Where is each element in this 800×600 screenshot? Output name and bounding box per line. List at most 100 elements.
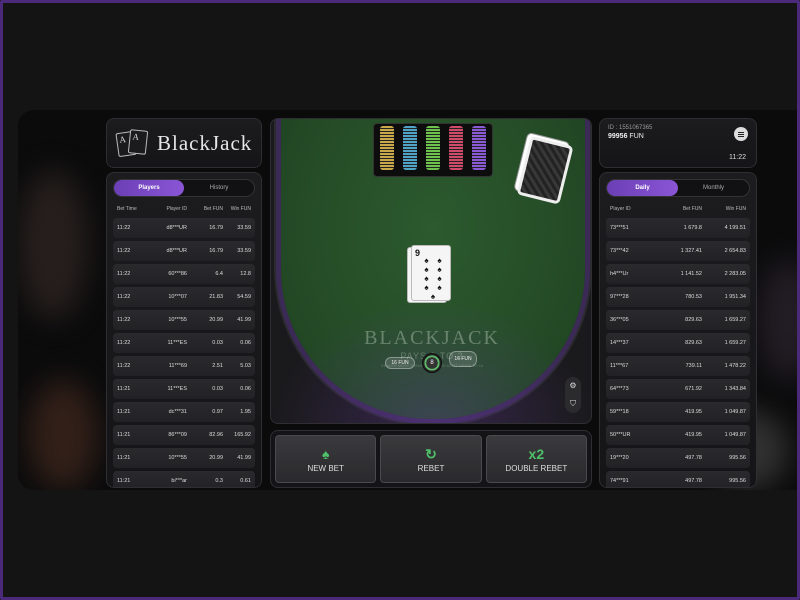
table-row: 11:22 10***55 20.99 41.99 (113, 310, 255, 330)
win-amount: 995.56 (729, 478, 746, 484)
player-id: 19***20 (610, 455, 629, 461)
new-bet-button[interactable]: ♠ NEW BET (275, 435, 377, 483)
bet-amount: 0.97 (212, 409, 223, 415)
felt-title: BLACKJACK (364, 327, 500, 349)
win-amount: 1 659.27 (724, 340, 746, 346)
double-rebet-button[interactable]: x2 DOUBLE REBET (485, 435, 587, 483)
spade-icon: ♠ (424, 274, 429, 283)
table-row: 11:22 d8***UR 16.79 33.59 (113, 218, 255, 238)
table-row: 11:21 10***55 20.99 41.99 (113, 448, 255, 468)
bet-amount: 419.95 (685, 432, 702, 438)
bet-time: 11:21 (117, 432, 131, 438)
main-bet-chip[interactable]: 8 (422, 353, 442, 373)
leaderboard-tabs: Daily Monthly (606, 179, 750, 197)
spade-icon: ♠ (321, 445, 330, 462)
player-id: 10***55 (168, 317, 187, 323)
player-id: 11***67 (610, 363, 629, 369)
table-row: 59***18 419.95 1 049.87 (606, 402, 750, 422)
win-amount: 12.8 (240, 271, 251, 277)
bet-amount: 82.96 (209, 432, 223, 438)
bet-amount: 20.99 (209, 317, 223, 323)
tab-history[interactable]: History (184, 180, 254, 196)
header-win: Win FUN (230, 206, 251, 212)
table-header: Player ID Bet FUN Win FUN (606, 203, 750, 218)
bet-amount: 16.79 (209, 225, 223, 231)
card-pips: ♠ ♠ ♠ ♠ ♠ ♠ ♠ ♠ ♠ (420, 256, 446, 301)
table-row: 11:22 10***07 21.83 54.59 (113, 287, 255, 307)
table-row: 14***37 829.63 1 659.27 (606, 333, 750, 353)
bet-amount: 497.78 (685, 455, 702, 461)
win-amount: 1 049.87 (724, 409, 746, 415)
chip-stack (403, 126, 417, 170)
player-id: d8***UR (166, 248, 187, 254)
cards-icon: A A (115, 129, 151, 158)
bet-amount: 21.83 (209, 294, 223, 300)
menu-button[interactable] (734, 127, 748, 141)
side-bet-left[interactable]: 16 FUN (385, 357, 415, 369)
player-id: h4***Ur (610, 271, 629, 277)
balance: 99956 FUN (608, 133, 748, 140)
win-amount: 33.59 (237, 248, 251, 254)
bet-time: 11:21 (117, 386, 131, 392)
bet-amount: 780.53 (685, 294, 702, 300)
tab-players[interactable]: Players (114, 180, 184, 196)
game-logo: A A BlackJack (106, 118, 262, 168)
balance-currency: FUN (629, 133, 644, 140)
bets-tabs: Players History (113, 179, 255, 197)
table-side-controls: ⚙ ⛉ (565, 377, 581, 413)
spade-icon: ♠ (437, 256, 442, 265)
player-id: 59***18 (610, 409, 629, 415)
rebet-button[interactable]: ↻ REBET (380, 435, 482, 483)
balance-amount: 99956 (608, 133, 628, 140)
shield-icon[interactable]: ⛉ (570, 399, 576, 409)
win-amount: 2 283.05 (724, 271, 746, 277)
player-id: 73***42 (610, 248, 629, 254)
bet-amount: 16.79 (209, 248, 223, 254)
header-player-id: Player ID (166, 206, 187, 212)
header-player-id: Player ID (610, 206, 631, 212)
table-row: 11:21 86***09 82.96 165.92 (113, 425, 255, 445)
player-id: 11***69 (168, 363, 187, 369)
table-row: 11:22 11***ES 0.03 0.06 (113, 333, 255, 353)
bets-list: 11:22 d8***UR 16.79 33.59 11:22 d8***UR 16.79 3… (113, 218, 255, 487)
table-row: h4***Ur 1 141.52 2 283.05 (606, 264, 750, 284)
gear-icon[interactable]: ⚙ (569, 381, 576, 390)
chip-tray (373, 123, 493, 177)
bet-amount: 419.95 (685, 409, 702, 415)
tab-daily[interactable]: Daily (607, 180, 678, 196)
bet-amount: 739.11 (685, 363, 702, 369)
header-bet: Bet FUN (682, 206, 702, 212)
spade-icon: ♠ (424, 283, 429, 292)
double-rebet-label: DOUBLE REBET (505, 463, 568, 473)
side-bet-right[interactable]: 16 FUN (449, 351, 477, 367)
table-row: 73***42 1 327.41 2 654.83 (606, 241, 750, 261)
player-id: 86***09 (168, 432, 187, 438)
logo-card: A (127, 129, 149, 155)
spade-icon: ♠ (437, 265, 442, 274)
spade-icon: ♠ (430, 292, 436, 301)
bet-time: 11:22 (117, 248, 131, 254)
player-id: 73***51 (610, 225, 629, 231)
clock: 11:22 (729, 154, 746, 161)
bet-time: 11:21 (117, 455, 131, 461)
chip-stack (380, 126, 394, 170)
win-amount: 33.59 (237, 225, 251, 231)
header-win: Win FUN (725, 206, 746, 212)
bet-amount: 671.92 (685, 386, 702, 392)
leaderboard-panel: Daily Monthly Player ID Bet FUN Win FUN … (599, 172, 757, 488)
bet-amount: 1 327.41 (680, 248, 702, 254)
table-row: 11:21 dc***31 0.97 1.95 (113, 402, 255, 422)
win-amount: 1 049.87 (724, 432, 746, 438)
player-id: 14***37 (610, 340, 629, 346)
win-amount: 41.99 (237, 317, 251, 323)
game-table: BLACKJACK PAYS 3 TO 2 DEALER MUST STAND … (270, 118, 592, 424)
table-row: 73***51 1 679.8 4 199.51 (606, 218, 750, 238)
bet-time: 11:21 (117, 478, 131, 484)
win-amount: 0.06 (240, 340, 251, 346)
double-icon: x2 (528, 445, 545, 462)
leaderboard-list: 73***51 1 679.8 4 199.51 73***42 1 327.41 2 6… (606, 218, 750, 487)
new-bet-label: NEW BET (307, 463, 344, 473)
header-bet-time: Bet Time (117, 206, 137, 212)
tab-monthly[interactable]: Monthly (678, 180, 749, 196)
player-id: dc***31 (168, 409, 187, 415)
